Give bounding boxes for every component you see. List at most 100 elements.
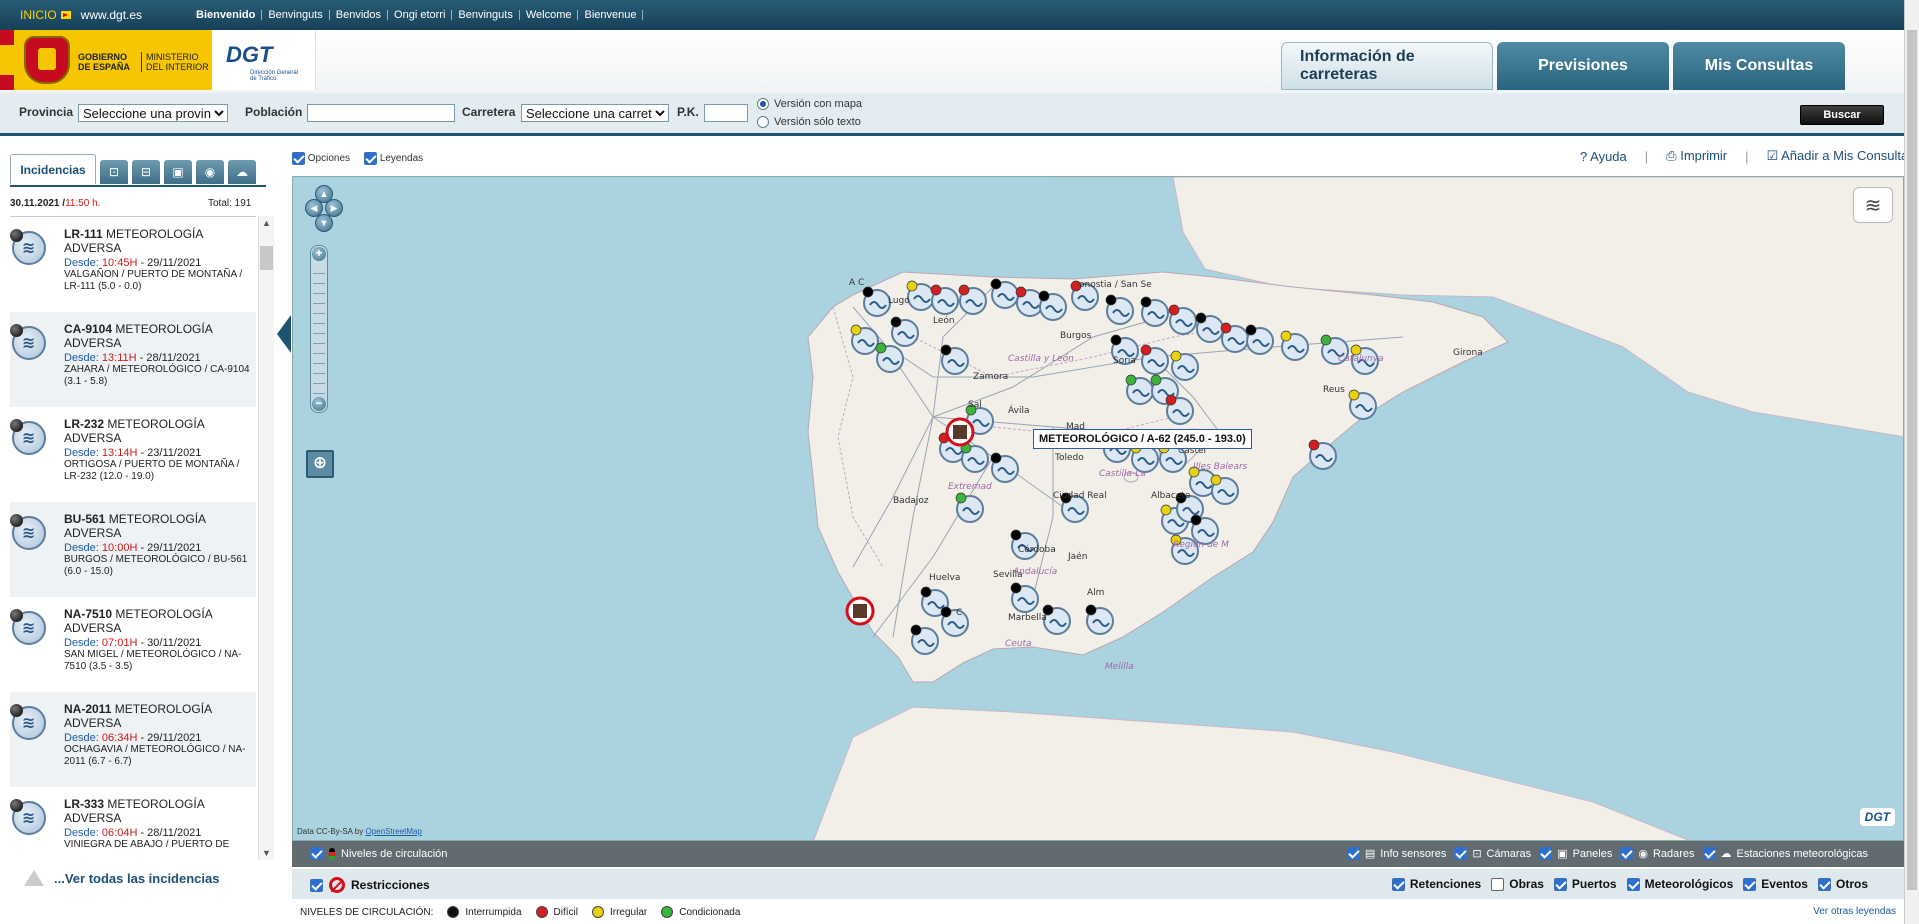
weather-incident-icon <box>10 514 46 550</box>
ver-todas-link[interactable]: ...Ver todas las incidencias <box>24 870 219 886</box>
estaciones-toggle[interactable]: ☁ Estaciones meteorológicas <box>1702 847 1868 860</box>
imprimir-link[interactable]: ⎙ Imprimir <box>1666 148 1727 164</box>
lang-link[interactable]: Ongi etorri <box>388 10 453 21</box>
pan-down-icon[interactable]: ▼ <box>315 214 333 232</box>
tab-previsiones[interactable]: Previsiones <box>1497 42 1669 90</box>
niveles-checkbox[interactable] <box>310 847 323 860</box>
zoom-in-icon[interactable]: + <box>312 247 326 261</box>
incident-since: Desde: 10:45H - 29/11/2021 <box>64 257 202 269</box>
leyendas-checkbox[interactable]: Leyendas <box>364 152 423 165</box>
list-scrollbar[interactable]: ▲ ▼ <box>258 216 274 860</box>
tab-incidencias[interactable]: Incidencias <box>10 154 96 184</box>
carretera-select[interactable]: Seleccione una carrete <box>521 104 669 122</box>
gobierno-logo[interactable]: GOBIERNO DE ESPAÑA MINISTERIO DEL INTERIOR <box>0 30 212 90</box>
restricciones-checkbox[interactable] <box>310 878 323 892</box>
dgt-logo[interactable]: DGT Dirección General de Tráfico <box>212 30 316 90</box>
radio-dot <box>757 116 769 128</box>
obras-toggle[interactable]: Obras <box>1491 877 1544 891</box>
lang-link[interactable]: Benvinguts <box>262 10 330 21</box>
incident-since: Desde: 06:34H - 29/11/2021 <box>64 732 202 744</box>
osm-link[interactable]: OpenStreetMap <box>365 827 421 836</box>
puertos-toggle[interactable]: Puertos <box>1553 877 1617 891</box>
city-label: onostia / San Se <box>1079 280 1152 290</box>
sensores-toggle[interactable]: ▤ Info sensores <box>1346 847 1446 860</box>
red-dot-icon <box>535 906 548 918</box>
zoom-slider[interactable]: + − <box>310 245 328 413</box>
radares-toggle[interactable]: ◉ Radares <box>1620 847 1695 860</box>
lang-link[interactable]: Benvidos <box>330 10 389 21</box>
restriction-marker-icon[interactable] <box>945 417 975 447</box>
radio-version-texto[interactable]: Versión sólo texto <box>757 116 861 128</box>
yellow-dot-icon <box>591 906 604 918</box>
city-label: Castilla-La <box>1099 469 1146 479</box>
anadir-consultas-link[interactable]: ☑ Añadir a Mis Consultas <box>1767 148 1915 164</box>
city-label: Badajoz <box>893 496 929 506</box>
site-link[interactable]: www.dgt.es <box>81 8 142 22</box>
tab-mis-consultas[interactable]: Mis Consultas <box>1673 42 1845 90</box>
paneles-toggle[interactable]: ▣ Paneles <box>1539 847 1612 860</box>
city-label: Melilla <box>1105 662 1134 672</box>
page-scrollbar[interactable] <box>1904 0 1919 924</box>
pk-input[interactable] <box>704 104 748 122</box>
scroll-thumb[interactable] <box>260 246 273 270</box>
lang-link[interactable]: Bienvenue <box>578 10 644 21</box>
weather-marker-icon[interactable] <box>1308 439 1337 470</box>
list-item[interactable]: LR-111 METEOROLOGÍA ADVERSADesde: 10:45H… <box>10 217 256 312</box>
map-canvas[interactable]: A CLugoLeónBurgosSoriaZamoraSalÁvilaMadT… <box>293 177 1904 841</box>
city-label: Castilla y León <box>1008 353 1074 364</box>
retenciones-toggle[interactable]: Retenciones <box>1391 877 1481 891</box>
sign-tab-icon[interactable]: ▣ <box>164 160 192 184</box>
incident-location: BURGOS / METEOROLÓGICO / BU-561 (6.0 - 1… <box>64 554 248 577</box>
inicio-link[interactable]: INICIO <box>20 8 71 22</box>
ayuda-link[interactable]: ? Ayuda <box>1580 149 1627 164</box>
poblacion-input[interactable] <box>307 104 455 122</box>
city-label: León <box>933 315 955 326</box>
zoom-box-icon[interactable]: ⊕ <box>306 450 334 478</box>
scroll-down-icon[interactable]: ▼ <box>259 846 274 860</box>
eventos-toggle[interactable]: Eventos <box>1743 877 1808 891</box>
niveles-toggle[interactable]: Niveles de circulación <box>310 847 447 860</box>
ministerio-text: MINISTERIO DEL INTERIOR <box>141 52 209 72</box>
panel-tab-icon[interactable]: ⊟ <box>132 160 160 184</box>
opciones-checkbox[interactable]: Opciones <box>292 152 350 165</box>
restricciones-toggle[interactable]: Restricciones <box>310 877 430 893</box>
tab-informacion-carreteras[interactable]: Información de carreteras <box>1281 42 1493 90</box>
main-tabs: Información de carreteras Previsiones Mi… <box>1281 42 1845 90</box>
map-view[interactable]: A C Lugo León Burgos Soria Zamora Sal Ávila Mad T… <box>292 176 1904 841</box>
restriction-marker-icon[interactable] <box>845 596 875 626</box>
layers-icon[interactable]: ≋ <box>1853 187 1893 223</box>
provincia-label: Provincia <box>19 105 74 119</box>
otros-toggle[interactable]: Otros <box>1817 877 1868 891</box>
list-item[interactable]: LR-333 METEOROLOGÍA ADVERSADesde: 06:04H… <box>10 787 256 860</box>
list-item[interactable]: NA-7510 METEOROLOGÍA ADVERSADesde: 07:01… <box>10 597 256 692</box>
scroll-up-icon[interactable]: ▲ <box>259 216 274 230</box>
list-item[interactable]: NA-2011 METEOROLOGÍA ADVERSADesde: 06:34… <box>10 692 256 787</box>
ver-otras-leyendas-link[interactable]: Ver otras leyendas <box>1813 906 1896 917</box>
incident-road: LR-232 <box>64 417 105 431</box>
weather-tab-icon[interactable]: ☁ <box>228 160 256 184</box>
camera-tab-icon[interactable]: ⊡ <box>100 160 128 184</box>
weather-incident-icon <box>10 324 46 360</box>
poblacion-label: Población <box>245 105 303 119</box>
layer-toggles: ▤ Info sensores ⊡ Cámaras ▣ Paneles ◉ Radare… <box>1346 847 1868 860</box>
city-label: Alm <box>1087 588 1104 598</box>
page-scroll-thumb[interactable] <box>1907 30 1917 890</box>
collapse-panel-arrow-icon[interactable] <box>277 315 291 353</box>
incident-filter-bar: Restricciones Retenciones Obras Puertos … <box>292 869 1904 899</box>
radar-tab-icon[interactable]: ◉ <box>196 160 224 184</box>
camaras-toggle[interactable]: ⊡ Cámaras <box>1454 847 1531 860</box>
buscar-button[interactable]: Buscar <box>1800 105 1884 125</box>
lang-link[interactable]: Benvinguts <box>452 10 520 21</box>
radio-version-mapa[interactable]: Versión con mapa <box>757 98 862 110</box>
provincia-select[interactable]: Seleccione una provinc <box>78 104 228 122</box>
list-item[interactable]: CA-9104 METEOROLOGÍA ADVERSADesde: 13:11… <box>10 312 256 407</box>
list-item[interactable]: LR-232 METEOROLOGÍA ADVERSADesde: 13:14H… <box>10 407 256 502</box>
list-item[interactable]: BU-561 METEOROLOGÍA ADVERSADesde: 10:00H… <box>10 502 256 597</box>
meteorologicos-toggle[interactable]: Meteorológicos <box>1626 877 1733 891</box>
zoom-out-icon[interactable]: − <box>312 397 326 411</box>
city-label: Catalunya <box>1338 354 1384 364</box>
lang-link[interactable]: Bienvenido <box>196 10 263 21</box>
app-root: INICIO www.dgt.es Bienvenido Benvinguts … <box>0 0 1919 924</box>
lang-link[interactable]: Welcome <box>520 10 579 21</box>
weather-incident-icon <box>10 609 46 645</box>
